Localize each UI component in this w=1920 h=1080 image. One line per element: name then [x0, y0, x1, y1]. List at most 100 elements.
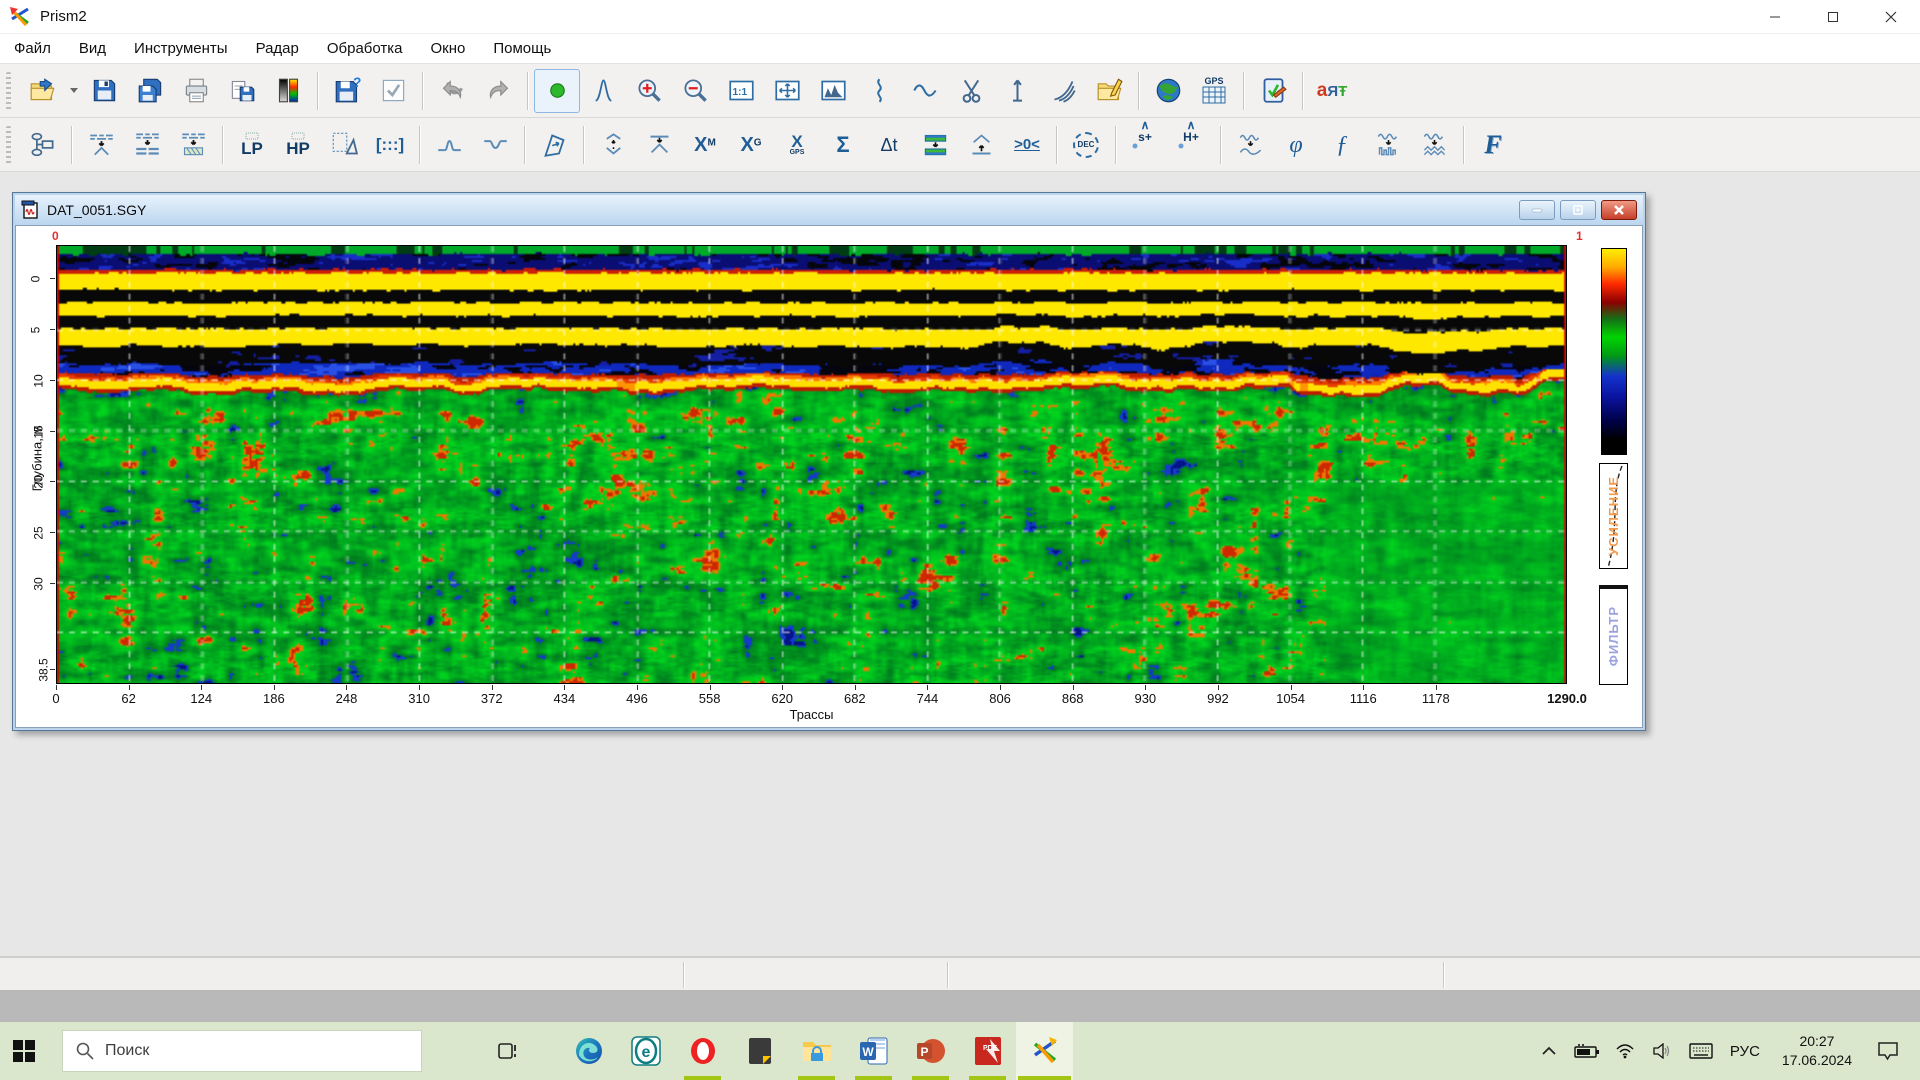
radargram-window-titlebar[interactable]: DAT_0051.SGY — [15, 195, 1643, 225]
menu-view[interactable]: Вид — [65, 34, 120, 63]
hump-correction-button[interactable] — [426, 123, 472, 167]
layer-stack-button[interactable] — [912, 123, 958, 167]
menu-tools[interactable]: Инструменты — [120, 34, 242, 63]
gain-panel[interactable]: УСИЛЕНИЕ — [1599, 463, 1628, 569]
taskbar-app-explorer[interactable] — [788, 1022, 845, 1080]
touch-keyboard-icon[interactable] — [1684, 1022, 1718, 1080]
taskbar-app-opera[interactable] — [674, 1022, 731, 1080]
taskbar-app-pdf[interactable]: PDF — [959, 1022, 1016, 1080]
volume-icon[interactable] — [1646, 1022, 1680, 1080]
taskbar-app-eset[interactable]: e — [617, 1022, 674, 1080]
child-minimize-button[interactable] — [1519, 200, 1555, 220]
action-center-button[interactable] — [1866, 1022, 1910, 1080]
zoom-out-button[interactable] — [672, 69, 718, 113]
fit-view-button[interactable] — [764, 69, 810, 113]
edit-file-button[interactable] — [1086, 69, 1132, 113]
task-view-button[interactable] — [482, 1022, 532, 1080]
options-checkbox-button[interactable] — [370, 69, 416, 113]
tray-chevron-icon[interactable] — [1532, 1022, 1566, 1080]
sum-button[interactable]: Σ — [820, 123, 866, 167]
taskbar-app-prism2[interactable] — [1016, 1022, 1073, 1080]
export-save-button[interactable] — [219, 69, 265, 113]
deconvolution-button[interactable] — [1227, 123, 1273, 167]
save-settings-button[interactable]: ? — [324, 69, 370, 113]
peak-shift-button[interactable] — [958, 123, 1004, 167]
zoom-1-1-button[interactable]: 1:1 — [718, 69, 764, 113]
wiggle-trace-button[interactable] — [856, 69, 902, 113]
start-button[interactable] — [0, 1022, 48, 1080]
taskbar-app-word[interactable]: W — [845, 1022, 902, 1080]
delta-t-button[interactable]: Δt — [866, 123, 912, 167]
signal-arcs-button[interactable] — [1040, 69, 1086, 113]
close-button[interactable] — [1862, 0, 1920, 33]
search-input[interactable]: Поиск — [62, 1030, 422, 1072]
child-restore-button[interactable] — [1560, 200, 1596, 220]
taskbar-app-edge[interactable] — [560, 1022, 617, 1080]
open-file-dropdown[interactable] — [65, 69, 81, 113]
point-mode-button[interactable] — [534, 69, 580, 113]
menu-file[interactable]: Файл — [0, 34, 65, 63]
gps-table-button[interactable]: GPS — [1191, 69, 1237, 113]
maximize-button[interactable] — [1804, 0, 1862, 33]
frequency-button[interactable]: ƒ — [1319, 123, 1365, 167]
phase-button[interactable]: φ — [1273, 123, 1319, 167]
minimize-button[interactable] — [1746, 0, 1804, 33]
taskbar-app-powerpoint[interactable]: P — [902, 1022, 959, 1080]
average-traces-button[interactable] — [124, 123, 170, 167]
print-button[interactable] — [173, 69, 219, 113]
align-peaks-button[interactable] — [590, 123, 636, 167]
h-gain-button[interactable]: ∧H+ — [1168, 123, 1214, 167]
child-close-button[interactable] — [1601, 200, 1637, 220]
battery-icon[interactable] — [1570, 1022, 1604, 1080]
matrix-filter-button[interactable]: [:::] — [367, 123, 413, 167]
menu-radar[interactable]: Радар — [242, 34, 313, 63]
wave-trace-button[interactable] — [902, 69, 948, 113]
time-zero-button[interactable] — [636, 123, 682, 167]
s-gain-button[interactable]: ∧s+ — [1122, 123, 1168, 167]
low-pass-filter-button[interactable]: LP — [229, 123, 275, 167]
taskbar-app-notes[interactable] — [731, 1022, 788, 1080]
vertical-scale-button[interactable] — [994, 69, 1040, 113]
save-all-button[interactable] — [127, 69, 173, 113]
save-button[interactable] — [81, 69, 127, 113]
histogram-button[interactable] — [810, 69, 856, 113]
wifi-icon[interactable] — [1608, 1022, 1642, 1080]
menu-window[interactable]: Окно — [417, 34, 480, 63]
filter-design-button[interactable] — [321, 123, 367, 167]
zoom-in-button[interactable] — [626, 69, 672, 113]
validate-edit-button[interactable] — [1250, 69, 1296, 113]
toolbar-grip[interactable] — [6, 72, 11, 110]
f-transform-button[interactable]: F — [1470, 123, 1516, 167]
x-tick-mark — [1073, 685, 1074, 690]
decimation-button[interactable]: DEC — [1063, 123, 1109, 167]
menu-help[interactable]: Помощь — [479, 34, 565, 63]
translate-button[interactable]: aЯŦ — [1309, 69, 1355, 113]
topography-button[interactable] — [531, 123, 577, 167]
palette-button[interactable] — [265, 69, 311, 113]
radargram-plot[interactable] — [56, 245, 1567, 684]
radargram-canvas[interactable] — [57, 246, 1566, 683]
zero-clip-button[interactable]: >0< — [1004, 123, 1050, 167]
web-globe-button[interactable] — [1145, 69, 1191, 113]
undo-button[interactable] — [429, 69, 475, 113]
redo-button[interactable] — [475, 69, 521, 113]
cut-button[interactable] — [948, 69, 994, 113]
spectrum-waves-button[interactable] — [1411, 123, 1457, 167]
language-indicator[interactable]: РУС — [1722, 1043, 1768, 1060]
high-pass-filter-button[interactable]: HP — [275, 123, 321, 167]
spectrum-bars-button[interactable] — [1365, 123, 1411, 167]
menu-processing[interactable]: Обработка — [313, 34, 417, 63]
x-grid-button[interactable]: XG — [728, 123, 774, 167]
toolbar-grip[interactable] — [6, 126, 11, 164]
subtract-average-button[interactable] — [170, 123, 216, 167]
x-gps-button[interactable]: XGPS — [774, 123, 820, 167]
clock[interactable]: 20:27 17.06.2024 — [1772, 1032, 1862, 1070]
wave-peak-button[interactable] — [580, 69, 626, 113]
flowchart-button[interactable] — [19, 123, 65, 167]
filter-panel[interactable]: ФИЛЬТР — [1599, 585, 1628, 685]
floppy-stack-icon — [137, 77, 164, 104]
open-file-button[interactable] — [19, 69, 65, 113]
stack-traces-button[interactable] — [78, 123, 124, 167]
dip-correction-button[interactable] — [472, 123, 518, 167]
x-marker-button[interactable]: XM — [682, 123, 728, 167]
